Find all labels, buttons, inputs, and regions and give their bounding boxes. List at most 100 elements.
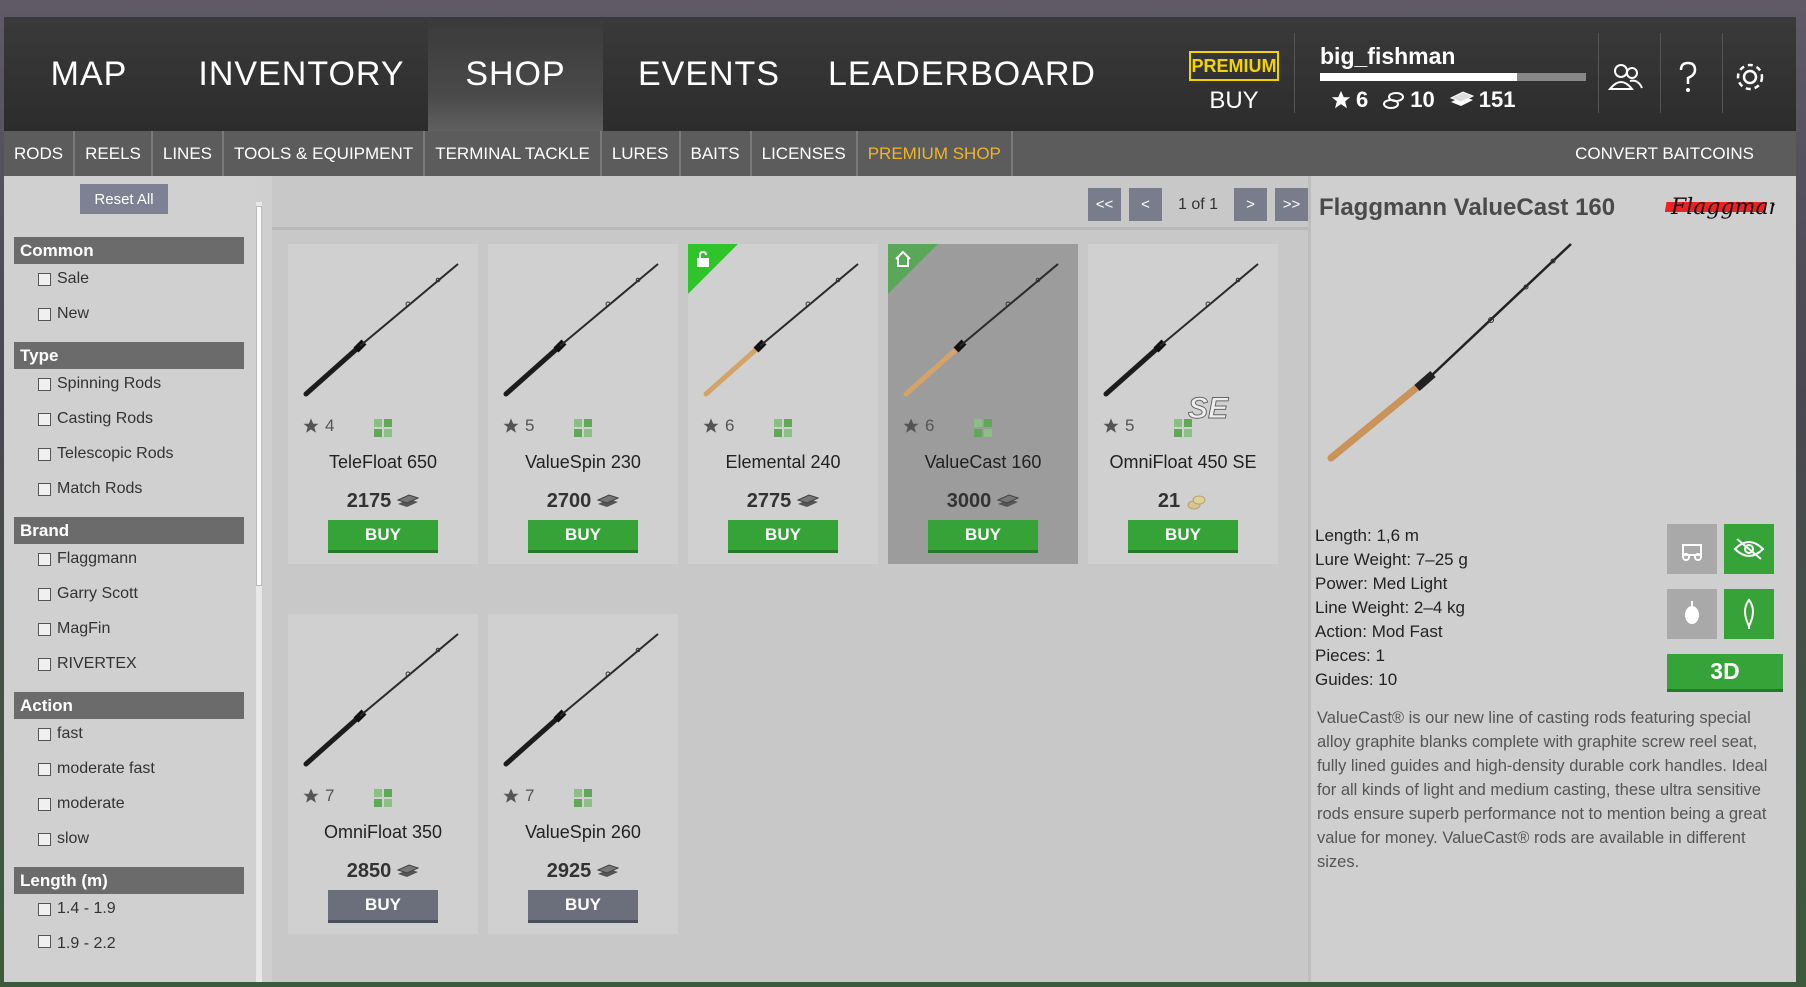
first-page-button[interactable]: << xyxy=(1087,188,1121,221)
checkbox[interactable] xyxy=(38,272,51,286)
filter-moderate-fast[interactable]: moderate fast xyxy=(38,760,155,778)
checkbox[interactable] xyxy=(38,797,51,811)
filter-new[interactable]: New xyxy=(38,305,89,323)
checkbox[interactable] xyxy=(38,447,51,461)
checkbox[interactable] xyxy=(38,622,51,636)
rating-value: 4 xyxy=(325,416,335,435)
lure-icon[interactable] xyxy=(1724,589,1774,639)
product-specs: Length: 1,6 m Lure Weight: 7–25 g Power:… xyxy=(1315,524,1468,692)
premium-buy-button[interactable]: BUY xyxy=(1194,87,1274,115)
convert-baitcoins-button[interactable]: CONVERT BAITCOINS xyxy=(1575,131,1754,176)
pagination: << < 1 of 1 > >> xyxy=(1087,188,1308,221)
product-card[interactable]: SE 5 OmniFloat 450 SE 21 BUY xyxy=(1088,244,1278,564)
checkbox[interactable] xyxy=(38,482,51,496)
category-tab-tools-equipment[interactable]: TOOLS & EQUIPMENT xyxy=(224,131,426,176)
se-badge: SE xyxy=(1187,392,1229,426)
buy-button[interactable]: BUY xyxy=(1128,520,1238,553)
settings-gear-icon[interactable] xyxy=(1728,55,1772,99)
checkbox[interactable] xyxy=(38,307,51,321)
buy-button[interactable]: BUY xyxy=(328,890,438,923)
checkbox[interactable] xyxy=(38,832,51,846)
category-tab-baits[interactable]: BAITS xyxy=(681,131,752,176)
checkbox[interactable] xyxy=(38,657,51,671)
filter-length-2[interactable]: 1.9 - 2.2 xyxy=(38,935,116,949)
price-value: 2775 xyxy=(746,490,792,512)
nav-tab-map[interactable]: MAP xyxy=(24,17,154,131)
top-bar: MAP INVENTORY SHOP EVENTS LEADERBOARD PR… xyxy=(4,17,1796,131)
buy-button[interactable]: BUY xyxy=(528,520,638,553)
compare-icon[interactable] xyxy=(1667,524,1717,574)
filter-flaggmann[interactable]: Flaggmann xyxy=(38,550,137,568)
checkbox[interactable] xyxy=(38,587,51,601)
category-tab-rods[interactable]: RODS xyxy=(4,131,76,176)
filter-rivertex[interactable]: RIVERTEX xyxy=(38,655,137,673)
product-card[interactable]: 5 ValueSpin 230 2700 BUY xyxy=(488,244,678,564)
reset-all-button[interactable]: Reset All xyxy=(80,184,168,214)
rating-value: 7 xyxy=(325,786,335,805)
product-card[interactable]: 6 ValueCast 160 3000 BUY xyxy=(888,244,1078,564)
filter-sale[interactable]: Sale xyxy=(38,270,89,288)
category-tab-reels[interactable]: REELS xyxy=(75,131,153,176)
buy-button[interactable]: BUY xyxy=(928,520,1038,553)
filter-scrollbar-thumb[interactable] xyxy=(256,206,262,586)
product-card[interactable]: 6 Elemental 240 2775 BUY xyxy=(688,244,878,564)
filter-length-1[interactable]: 1.4 - 1.9 xyxy=(38,900,116,918)
category-tab-lures[interactable]: LURES xyxy=(602,131,681,176)
buy-button[interactable]: BUY xyxy=(328,520,438,553)
buy-button[interactable]: BUY xyxy=(728,520,838,553)
nav-tab-inventory[interactable]: INVENTORY xyxy=(189,17,414,131)
baitcoins-icon xyxy=(1187,495,1206,509)
star-icon xyxy=(503,418,519,433)
product-card[interactable]: 4 TeleFloat 650 2175 BUY xyxy=(288,244,478,564)
category-tab-lines[interactable]: LINES xyxy=(153,131,225,176)
checkbox[interactable] xyxy=(38,377,51,391)
next-page-button[interactable]: > xyxy=(1234,188,1267,221)
filter-casting-rods[interactable]: Casting Rods xyxy=(38,410,153,428)
last-page-button[interactable]: >> xyxy=(1275,188,1308,221)
premium-badge[interactable]: PREMIUM xyxy=(1189,51,1279,81)
filter-fast[interactable]: fast xyxy=(38,725,83,743)
help-icon[interactable] xyxy=(1666,55,1710,99)
nav-tab-shop[interactable]: SHOP xyxy=(428,17,603,131)
product-card[interactable]: 7 OmniFloat 350 2850 BUY xyxy=(288,614,478,934)
prev-page-button[interactable]: < xyxy=(1128,188,1162,221)
filter-telescopic-rods[interactable]: Telescopic Rods xyxy=(38,445,174,463)
filter-match-rods[interactable]: Match Rods xyxy=(38,480,142,498)
game-window: MAP INVENTORY SHOP EVENTS LEADERBOARD PR… xyxy=(4,17,1796,982)
checkbox[interactable] xyxy=(38,727,51,741)
xp-bar xyxy=(1320,73,1586,81)
category-tab-licenses[interactable]: LICENSES xyxy=(752,131,858,176)
baitcoins-icon xyxy=(1383,92,1405,109)
category-tab-premium-shop[interactable]: PREMIUM SHOP xyxy=(858,131,1013,176)
filter-magfin[interactable]: MagFin xyxy=(38,620,110,638)
checkbox[interactable] xyxy=(38,412,51,426)
checkbox[interactable] xyxy=(38,935,51,948)
credits-icon xyxy=(997,493,1020,507)
product-card[interactable]: 7 ValueSpin 260 2925 BUY xyxy=(488,614,678,934)
divider xyxy=(1722,33,1723,113)
nav-tab-leaderboard[interactable]: LEADERBOARD xyxy=(828,17,1095,131)
filter-moderate[interactable]: moderate xyxy=(38,795,125,813)
nav-tab-events[interactable]: EVENTS xyxy=(629,17,789,131)
filter-garry-scott[interactable]: Garry Scott xyxy=(38,585,138,603)
product-description: ValueCast® is our new line of casting ro… xyxy=(1317,709,1768,871)
slots-icon xyxy=(374,789,392,807)
spec-action: Action: Mod Fast xyxy=(1315,622,1443,641)
category-tab-terminal-tackle[interactable]: TERMINAL TACKLE xyxy=(425,131,602,176)
price-value: 2175 xyxy=(346,490,392,512)
buy-button[interactable]: BUY xyxy=(528,890,638,923)
slots-icon xyxy=(774,419,792,437)
filter-spinning-rods[interactable]: Spinning Rods xyxy=(38,375,161,393)
product-image xyxy=(503,263,659,397)
view-3d-button[interactable]: 3D xyxy=(1667,654,1783,692)
checkbox[interactable] xyxy=(38,902,51,916)
product-name: ValueSpin 260 xyxy=(525,822,641,842)
credits-icon xyxy=(597,863,620,877)
checkbox[interactable] xyxy=(38,552,51,566)
checkbox[interactable] xyxy=(38,762,51,776)
friends-icon[interactable] xyxy=(1604,55,1648,99)
hide-preview-icon[interactable] xyxy=(1724,524,1774,574)
filter-slow[interactable]: slow xyxy=(38,830,89,848)
bobber-icon[interactable] xyxy=(1667,589,1717,639)
spec-lure-weight: Lure Weight: 7–25 g xyxy=(1315,550,1468,569)
